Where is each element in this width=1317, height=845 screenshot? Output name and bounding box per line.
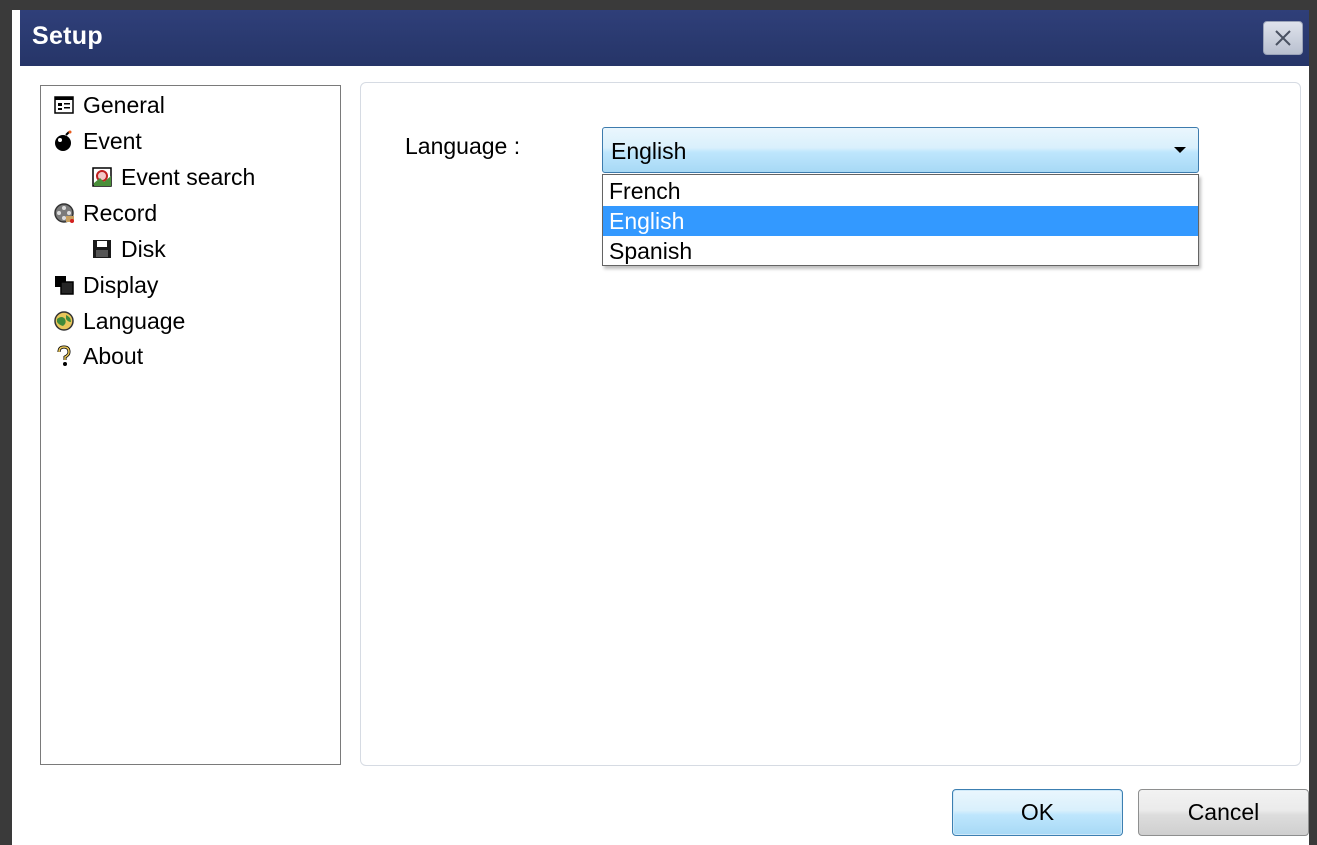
window-frame-left <box>0 0 12 845</box>
globe-icon <box>54 311 74 331</box>
chevron-down-icon[interactable] <box>1174 147 1186 153</box>
window-title: Setup <box>32 22 103 50</box>
tree-item-label: Event <box>83 127 142 154</box>
tree-item-label: Record <box>83 199 158 226</box>
close-button[interactable] <box>1263 21 1303 55</box>
tree-item-label: Event search <box>121 163 256 190</box>
tree-item-display[interactable]: Display <box>53 270 158 300</box>
event-search-icon <box>92 167 112 187</box>
film-reel-icon <box>54 203 74 223</box>
tree-item-label: Display <box>83 271 159 298</box>
tree-item-label: General <box>83 91 165 118</box>
language-label: Language : <box>405 133 521 159</box>
setup-nav-tree: General Event Event search Record Disk D… <box>40 85 341 765</box>
display-windows-icon <box>55 276 74 295</box>
setup-window: Setup General Event Event search Record … <box>0 0 1317 845</box>
language-select[interactable]: English <box>602 127 1199 173</box>
tree-item-event-search[interactable]: Event search <box>91 162 255 192</box>
tree-item-about[interactable]: About <box>53 341 143 371</box>
window-frame-right <box>1309 0 1317 845</box>
tree-item-event[interactable]: Event <box>53 126 142 156</box>
tree-item-language[interactable]: Language <box>53 306 185 336</box>
bomb-icon <box>55 130 72 151</box>
general-icon <box>54 96 74 114</box>
window-frame-top <box>0 0 1317 10</box>
language-dropdown-list: French English Spanish <box>602 174 1199 266</box>
title-bar[interactable]: Setup <box>20 10 1309 66</box>
tree-item-record[interactable]: Record <box>53 198 157 228</box>
question-mark-icon <box>57 345 71 366</box>
language-select-value: English <box>611 138 687 164</box>
tree-item-label: Language <box>83 307 186 334</box>
floppy-disk-icon <box>93 240 111 258</box>
tree-item-disk[interactable]: Disk <box>91 234 166 264</box>
close-icon <box>1275 30 1291 46</box>
ok-button[interactable]: OK <box>952 789 1123 836</box>
language-option-spanish[interactable]: Spanish <box>603 236 1198 266</box>
tree-item-label: About <box>83 342 144 369</box>
tree-item-label: Disk <box>121 235 166 262</box>
language-option-english[interactable]: English <box>603 206 1198 236</box>
cancel-button[interactable]: Cancel <box>1138 789 1309 836</box>
language-option-french[interactable]: French <box>603 176 1198 206</box>
window-frame-inner <box>12 60 21 845</box>
tree-item-general[interactable]: General <box>53 90 165 120</box>
